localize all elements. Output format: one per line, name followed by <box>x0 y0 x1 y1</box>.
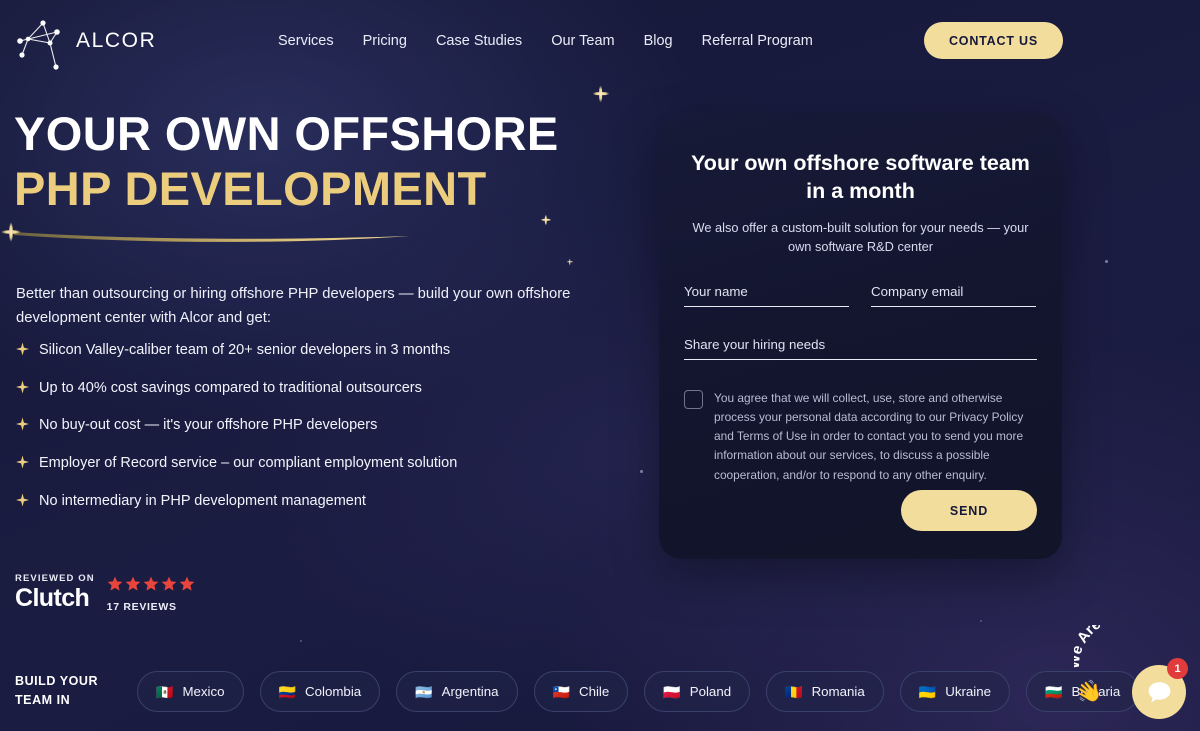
contact-us-button[interactable]: CONTACT US <box>923 22 1063 59</box>
flag-mexico-icon: 🇲🇽 <box>156 683 174 700</box>
waving-hand-icon: 👋 <box>1072 677 1105 708</box>
nav-item-blog[interactable]: Blog <box>644 33 673 49</box>
country-chip-list: 🇲🇽 Mexico 🇨🇴 Colombia 🇦🇷 Argentina 🇨🇱 Ch… <box>137 671 1140 712</box>
consent-row: You agree that we will collect, use, sto… <box>684 389 1037 485</box>
page-title: YOUR OWN OFFSHORE PHP DEVELOPMENT <box>14 107 634 215</box>
chat-bubble-icon <box>1148 681 1170 702</box>
country-name: Colombia <box>305 684 362 699</box>
chat-unread-badge: 1 <box>1167 658 1188 679</box>
hero-heading-block: YOUR OWN OFFSHORE PHP DEVELOPMENT <box>14 107 634 215</box>
star-icon <box>179 576 195 591</box>
sparkle-bullet-icon <box>16 380 29 394</box>
your-name-input[interactable] <box>684 283 849 307</box>
star-dot <box>300 640 302 642</box>
star-sparkle <box>566 258 573 265</box>
brand-logo[interactable]: ALCOR <box>12 10 156 72</box>
constellation-logo-icon <box>17 20 60 70</box>
page-root: ALCOR Services Pricing Case Studies Our … <box>0 0 1200 731</box>
field-your-name <box>684 283 849 307</box>
star-icon <box>143 576 159 591</box>
field-company-email <box>871 283 1036 307</box>
star-dot <box>1105 260 1108 263</box>
country-chip-argentina[interactable]: 🇦🇷 Argentina <box>396 671 518 712</box>
company-email-input[interactable] <box>871 283 1036 307</box>
benefit-text: No buy-out cost — it's your offshore PHP… <box>39 417 378 434</box>
flag-ukraine-icon: 🇺🇦 <box>918 683 937 700</box>
form-title: Your own offshore software team in a mon… <box>691 151 1030 204</box>
benefit-text: Silicon Valley-caliber team of 20+ senio… <box>39 342 451 358</box>
clutch-rating-block: 17 REVIEWS <box>107 573 195 613</box>
star-sparkle <box>540 214 551 225</box>
country-name: Argentina <box>441 684 499 699</box>
contact-form-card: Your own offshore software team in a mon… <box>659 113 1062 559</box>
brand-name: ALCOR <box>76 29 157 52</box>
sparkle-bullet-icon <box>16 417 29 431</box>
benefit-text: Up to 40% cost savings compared to tradi… <box>39 379 422 396</box>
clutch-review-count: 17 REVIEWS <box>106 601 177 613</box>
country-chip-ukraine[interactable]: 🇺🇦 Ukraine <box>899 671 1011 712</box>
country-name: Romania <box>811 684 865 699</box>
headline-line-1: YOUR OWN OFFSHORE <box>14 107 559 160</box>
build-team-label: BUILD YOUR TEAM IN <box>15 674 99 708</box>
main-navigation: Services Pricing Case Studies Our Team B… <box>278 33 813 49</box>
headline-underline-swoosh <box>1 222 410 242</box>
clutch-logo-block: REVIEWED ON Clutch <box>15 573 95 611</box>
country-name: Ukraine <box>945 684 992 699</box>
flag-argentina-icon: 🇦🇷 <box>415 683 433 700</box>
benefit-text: Employer of Record service – our complia… <box>39 454 458 471</box>
nav-item-case-studies[interactable]: Case Studies <box>436 33 522 49</box>
star-rating <box>107 576 195 592</box>
list-item: Silicon Valley-caliber team of 20+ senio… <box>16 341 596 359</box>
consent-checkbox[interactable] <box>684 389 703 409</box>
flag-poland-icon: 🇵🇱 <box>663 683 681 700</box>
list-item: No buy-out cost — it's your offshore PHP… <box>16 416 596 434</box>
chat-label-text: We Are Here! <box>1074 625 1143 669</box>
star-dot <box>980 620 982 622</box>
hero-benefits-list: Silicon Valley-caliber team of 20+ senio… <box>16 341 596 529</box>
hiring-needs-input[interactable] <box>684 336 1037 360</box>
clutch-reviewed-on-label: REVIEWED ON <box>15 573 95 584</box>
nav-item-pricing[interactable]: Pricing <box>363 33 407 49</box>
star-icon <box>125 576 141 591</box>
hero-lead-text: Better than outsourcing or hiring offsho… <box>16 286 571 326</box>
star-icon <box>107 576 123 591</box>
country-name: Chile <box>578 684 610 699</box>
nav-item-services[interactable]: Services <box>278 33 334 49</box>
benefit-text: No intermediary in PHP development manag… <box>39 492 366 509</box>
field-hiring-needs <box>684 336 1037 360</box>
country-name: Mexico <box>182 684 225 699</box>
consent-text: You agree that we will collect, use, sto… <box>714 390 1024 482</box>
list-item: Employer of Record service – our complia… <box>16 454 596 472</box>
star-icon <box>161 576 177 591</box>
form-fields <box>684 283 1037 360</box>
chat-widget[interactable]: We Are Here! 👋 1 <box>1070 625 1190 723</box>
svg-text:We Are Here!: We Are Here! <box>1074 625 1143 669</box>
flag-romania-icon: 🇷🇴 <box>785 683 803 700</box>
country-name: Poland <box>689 684 732 699</box>
country-chip-romania[interactable]: 🇷🇴 Romania <box>766 671 884 712</box>
nav-item-referral-program[interactable]: Referral Program <box>702 33 813 49</box>
clutch-review-badge[interactable]: REVIEWED ON Clutch 17 REVIEWS <box>15 573 195 613</box>
star-dot <box>640 470 643 473</box>
country-chip-colombia[interactable]: 🇨🇴 Colombia <box>259 671 381 712</box>
clutch-wordmark: Clutch <box>15 584 90 612</box>
flag-bulgaria-icon: 🇧🇬 <box>1045 683 1063 700</box>
nav-item-our-team[interactable]: Our Team <box>551 33 614 49</box>
country-chip-poland[interactable]: 🇵🇱 Poland <box>644 671 751 712</box>
site-header: ALCOR Services Pricing Case Studies Our … <box>0 0 1200 82</box>
flag-colombia-icon: 🇨🇴 <box>278 683 296 700</box>
flag-chile-icon: 🇨🇱 <box>552 683 570 700</box>
sparkle-bullet-icon <box>16 342 29 356</box>
star-sparkle <box>592 85 609 102</box>
sparkle-bullet-icon <box>16 455 29 469</box>
country-chip-mexico[interactable]: 🇲🇽 Mexico <box>137 671 244 712</box>
send-button[interactable]: SEND <box>901 490 1037 531</box>
form-subtitle: We also offer a custom-built solution fo… <box>692 219 1029 254</box>
list-item: Up to 40% cost savings compared to tradi… <box>16 379 596 397</box>
list-item: No intermediary in PHP development manag… <box>16 492 596 510</box>
sparkle-bullet-icon <box>16 493 29 506</box>
country-chip-chile[interactable]: 🇨🇱 Chile <box>533 671 629 712</box>
headline-line-2: PHP DEVELOPMENT <box>14 161 487 215</box>
